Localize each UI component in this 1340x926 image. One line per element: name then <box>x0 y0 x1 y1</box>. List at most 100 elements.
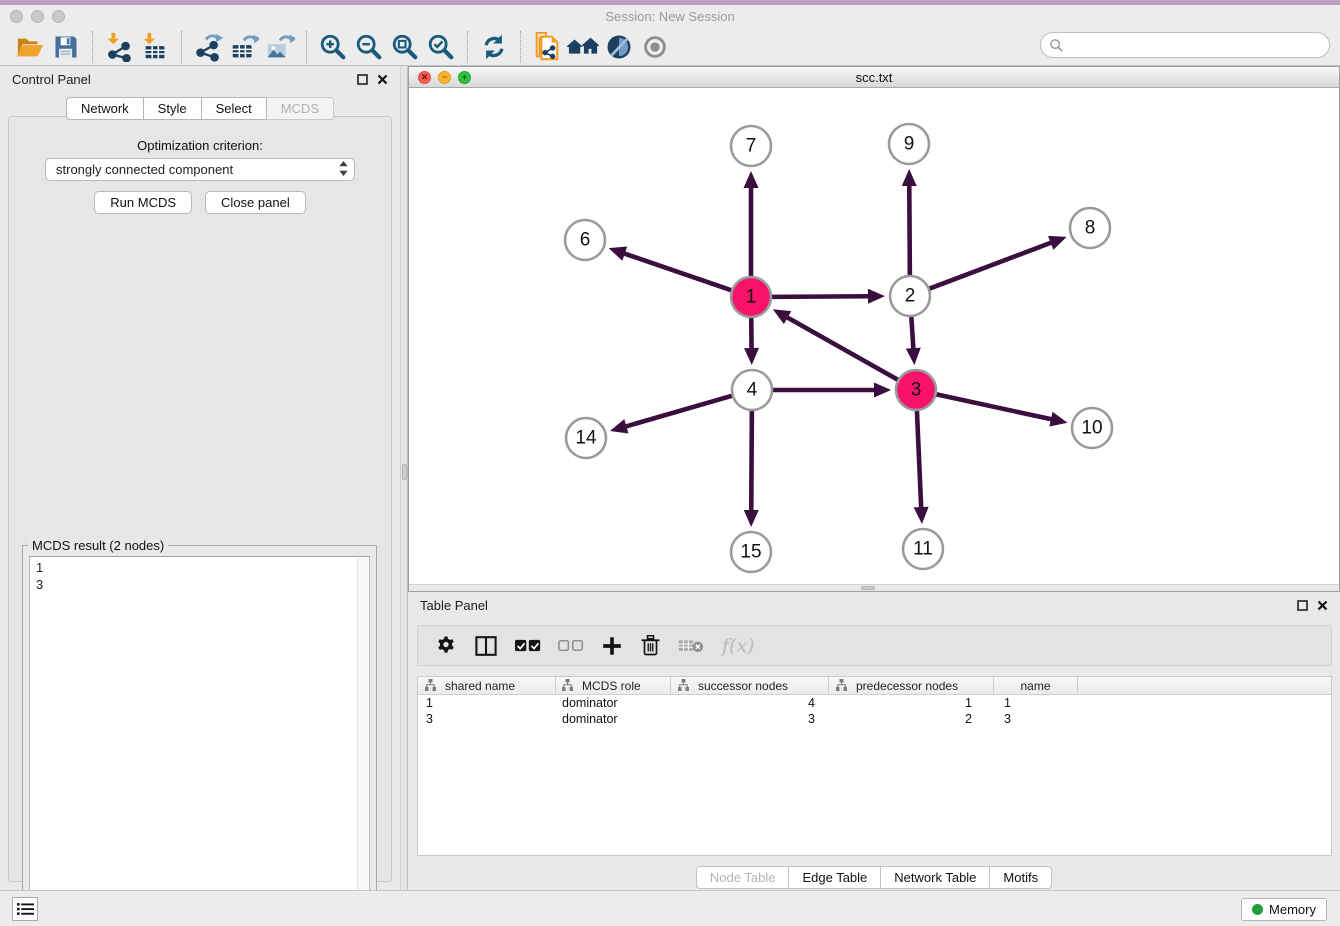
add-column-button[interactable] <box>601 631 623 661</box>
open-session-button[interactable] <box>12 30 48 64</box>
select-all-columns-button[interactable] <box>515 631 541 661</box>
delete-table-button[interactable] <box>678 631 705 661</box>
duplicate-network-button[interactable] <box>529 30 565 64</box>
zoom-fit-button[interactable] <box>387 30 423 64</box>
zoom-out-button[interactable] <box>351 30 387 64</box>
horizontal-splitter-handle[interactable] <box>861 586 875 590</box>
optimization-criterion-label: Optimization criterion: <box>9 138 391 153</box>
tab-network[interactable]: Network <box>66 97 144 120</box>
export-image-button[interactable] <box>262 30 298 64</box>
split-panel-button[interactable] <box>474 631 498 661</box>
export-table-button[interactable] <box>226 30 262 64</box>
table-tab-node-table[interactable]: Node Table <box>696 866 790 889</box>
task-history-button[interactable] <box>12 897 38 921</box>
delete-column-button[interactable] <box>640 631 661 661</box>
edge-3-10[interactable] <box>937 394 1054 419</box>
column-settings-button[interactable] <box>435 631 457 661</box>
search-input[interactable] <box>1064 35 1329 55</box>
column-header-successor-nodes[interactable]: successor nodes <box>671 677 829 695</box>
run-mcds-button[interactable]: Run MCDS <box>94 191 192 214</box>
edge-1-2[interactable] <box>772 296 871 297</box>
search-field[interactable] <box>1040 32 1330 58</box>
float-panel-icon[interactable] <box>1297 600 1308 611</box>
network-canvas[interactable]: 1234678910111415 <box>409 88 1339 585</box>
network-document-icon <box>532 32 562 62</box>
edge-arrowhead <box>744 510 759 527</box>
node-table: shared nameMCDS rolesuccessor nodesprede… <box>417 676 1332 856</box>
memory-status-icon <box>1252 904 1263 915</box>
zoom-in-button[interactable] <box>315 30 351 64</box>
memory-button[interactable]: Memory <box>1241 898 1327 921</box>
mcds-result-title: MCDS result (2 nodes) <box>28 538 168 553</box>
node-label-7: 7 <box>746 136 757 157</box>
export-network-icon <box>193 32 223 62</box>
session-title: Session: New Session <box>0 9 1340 24</box>
control-panel-tabs: NetworkStyleSelectMCDS <box>0 97 400 120</box>
node-label-4: 4 <box>747 380 758 401</box>
import-network-button[interactable] <box>101 30 137 64</box>
close-panel-button[interactable]: Close panel <box>205 191 306 214</box>
table-row[interactable]: 3dominator323 <box>418 711 1331 727</box>
table-tab-network-table[interactable]: Network Table <box>881 866 990 889</box>
apply-layout-button[interactable] <box>476 30 512 64</box>
table-tab-edge-table[interactable]: Edge Table <box>789 866 881 889</box>
table-cell: 3 <box>418 711 556 727</box>
node-label-6: 6 <box>580 230 591 251</box>
edge-3-1[interactable] <box>785 316 898 380</box>
edge-2-8[interactable] <box>930 242 1054 289</box>
show-graphics-details-button[interactable] <box>637 30 673 64</box>
zoom-selected-button[interactable] <box>423 30 459 64</box>
node-label-10: 10 <box>1081 418 1102 439</box>
houses-icon <box>566 32 600 62</box>
column-header-label: name <box>1020 679 1050 693</box>
splitter-handle[interactable] <box>402 464 407 480</box>
zoom-selected-icon <box>426 32 456 62</box>
column-header-MCDS-role[interactable]: MCDS role <box>556 677 671 695</box>
edge-2-3[interactable] <box>911 317 913 351</box>
float-panel-icon[interactable] <box>357 74 368 85</box>
tab-select[interactable]: Select <box>202 97 267 120</box>
close-panel-icon[interactable] <box>377 74 388 85</box>
result-scrollbar[interactable] <box>357 558 368 917</box>
function-builder-button[interactable]: f(x) <box>722 631 755 661</box>
table-cell: 4 <box>671 695 829 711</box>
deselect-all-columns-button[interactable] <box>558 631 584 661</box>
control-panel-title: Control Panel <box>12 72 91 87</box>
import-table-button[interactable] <box>137 30 173 64</box>
toolbar-separator <box>181 31 182 63</box>
tab-style[interactable]: Style <box>144 97 202 120</box>
network-graph[interactable]: 1234678910111415 <box>409 88 1339 585</box>
os-titlebar: Session: New Session <box>0 5 1340 28</box>
edge-2-9[interactable] <box>909 183 910 275</box>
edge-4-15[interactable] <box>751 411 752 513</box>
list-icon <box>17 902 34 916</box>
toolbar-separator <box>520 31 521 63</box>
column-header-shared-name[interactable]: shared name <box>418 677 556 695</box>
edge-1-6[interactable] <box>622 253 731 291</box>
import-network-icon <box>104 32 134 62</box>
close-panel-icon[interactable] <box>1317 600 1328 611</box>
edge-3-11[interactable] <box>917 411 921 510</box>
vertical-splitter[interactable] <box>400 66 408 890</box>
table-cell: 2 <box>829 711 994 727</box>
criterion-select[interactable]: strongly connected component <box>45 158 355 181</box>
show-all-networks-button[interactable] <box>565 30 601 64</box>
tab-mcds[interactable]: MCDS <box>267 97 334 120</box>
edge-4-14[interactable] <box>623 396 731 427</box>
select-stepper-icon <box>339 161 348 179</box>
table-tab-motifs[interactable]: Motifs <box>990 866 1052 889</box>
table-row[interactable]: 1dominator411 <box>418 695 1331 711</box>
column-header-name[interactable]: name <box>994 677 1078 695</box>
edge-arrowhead <box>874 383 891 398</box>
network-window-title: scc.txt <box>409 70 1339 85</box>
table-cell: dominator <box>556 695 671 711</box>
column-header-predecessor-nodes[interactable]: predecessor nodes <box>829 677 994 695</box>
node-label-9: 9 <box>904 134 915 155</box>
mcds-result-text[interactable]: 13 <box>29 556 370 919</box>
hide-panels-button[interactable] <box>601 30 637 64</box>
table-cell: 3 <box>671 711 829 727</box>
toolbar-separator <box>92 31 93 63</box>
search-icon <box>1049 38 1064 53</box>
save-session-button[interactable] <box>48 30 84 64</box>
export-network-button[interactable] <box>190 30 226 64</box>
